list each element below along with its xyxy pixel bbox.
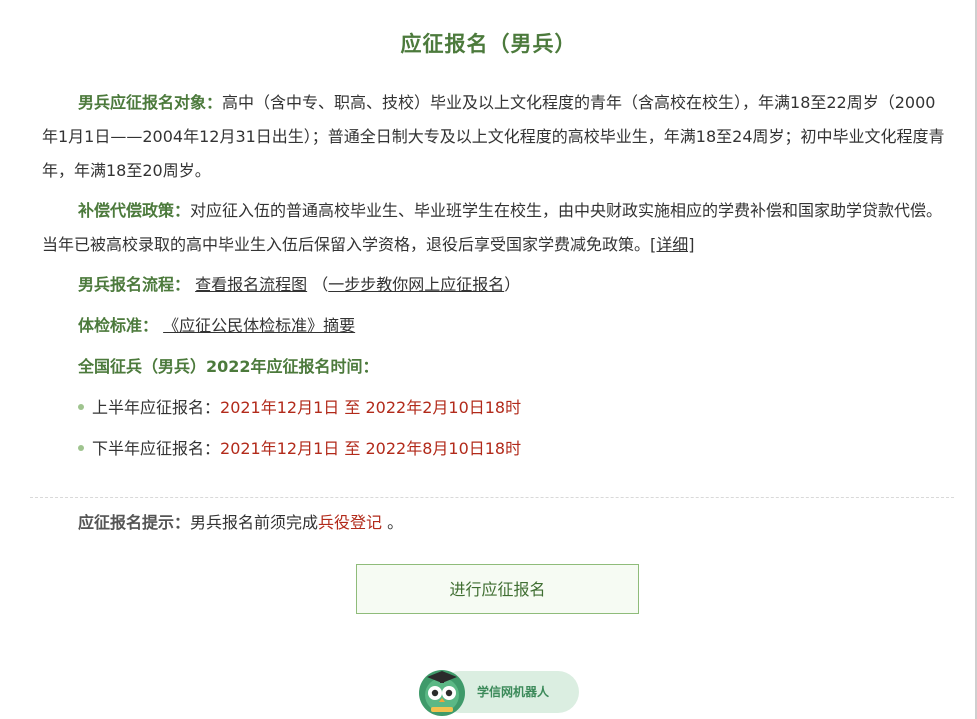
paren-close: ） — [504, 275, 521, 294]
process-label: 男兵报名流程： — [78, 275, 191, 294]
process-line: 男兵报名流程： 查看报名流程图 （一步步教你网上应征报名） — [78, 268, 948, 302]
schedule-item-first-half: 上半年应征报名：2021年12月1日 至 2022年2月10日18时 — [78, 391, 948, 425]
physical-label: 体检标准： — [78, 316, 159, 335]
schedule-start: 2021年12月1日 — [220, 398, 340, 417]
compensation-detail-link[interactable]: [详细] — [650, 235, 695, 254]
compensation-label: 补偿代偿政策： — [78, 201, 191, 220]
schedule-heading-line: 全国征兵（男兵）2022年应征报名时间： — [78, 350, 948, 384]
section-divider — [30, 497, 954, 498]
schedule-item-label: 上半年应征报名： — [92, 398, 221, 417]
tip-suffix: 。 — [382, 513, 404, 532]
bullet-dot-icon — [78, 403, 84, 410]
compensation-paragraph: 补偿代偿政策：对应征入伍的普通高校毕业生、毕业班学生在校生，由中央财政实施相应的… — [42, 194, 948, 262]
schedule-sep: 至 — [344, 398, 361, 417]
owl-robot-icon — [419, 670, 465, 716]
paren-open: （ — [312, 275, 329, 294]
tutorial-link[interactable]: 一步步教你网上应征报名 — [328, 275, 504, 294]
page: 应征报名（男兵） 男兵应征报名对象：高中（含中专、职高、技校）毕业及以上文化程度… — [0, 0, 977, 719]
target-paragraph: 男兵应征报名对象：高中（含中专、职高、技校）毕业及以上文化程度的青年（含高校在校… — [42, 86, 948, 188]
schedule-item-label: 下半年应征报名： — [92, 439, 221, 458]
bullet-dot-icon — [78, 444, 84, 451]
robot-label: 学信网机器人 — [477, 685, 550, 699]
tip-label: 应征报名提示： — [78, 513, 191, 532]
content: 男兵应征报名对象：高中（含中专、职高、技校）毕业及以上文化程度的青年（含高校在校… — [42, 86, 948, 466]
schedule-end: 2022年8月10日18时 — [365, 439, 522, 458]
page-title: 应征报名（男兵） — [400, 32, 577, 56]
target-label: 男兵应征报名对象： — [78, 93, 223, 112]
schedule-sep: 至 — [344, 439, 361, 458]
schedule-end: 2022年2月10日18时 — [365, 398, 522, 417]
physical-standard-link[interactable]: 《应征公民体检标准》摘要 — [163, 316, 355, 335]
schedule-item-second-half: 下半年应征报名：2021年12月1日 至 2022年8月10日18时 — [78, 432, 948, 466]
tip-text: 男兵报名前须完成 — [190, 513, 319, 532]
schedule-label: 全国征兵（男兵）2022年应征报名时间： — [78, 357, 379, 376]
flowchart-link[interactable]: 查看报名流程图 — [195, 275, 307, 294]
application-tip: 应征报名提示：男兵报名前须完成兵役登记 。 — [78, 506, 403, 540]
apply-button[interactable]: 进行应征报名 — [356, 564, 639, 614]
physical-line: 体检标准： 《应征公民体检标准》摘要 — [78, 309, 948, 343]
schedule-start: 2021年12月1日 — [220, 439, 340, 458]
robot-assistant-button[interactable]: 学信网机器人 — [417, 667, 583, 717]
military-registration-link[interactable]: 兵役登记 — [318, 513, 382, 532]
